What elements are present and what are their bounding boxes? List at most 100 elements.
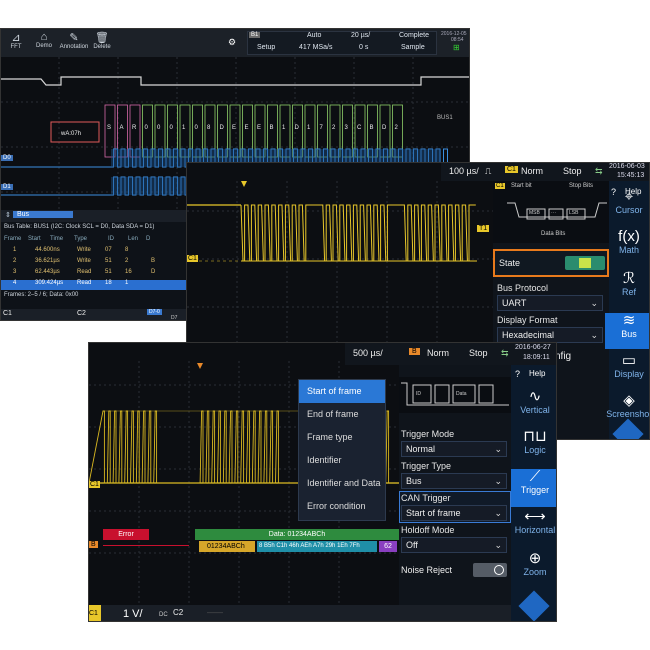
nav-label: Display [614,369,644,379]
d0-label[interactable]: D0 [1,155,13,161]
table-cell: 51 [105,258,112,264]
nav-bus[interactable]: ≋ Bus [605,313,649,349]
error-badge: Error [103,529,149,540]
trigger-type-select[interactable]: Bus ⌄ [401,473,507,489]
decode-cell-label: D [295,125,300,131]
acq-mode-text: Sample [401,44,425,51]
t1-marker[interactable]: T1 [477,225,490,232]
nav-trigger[interactable]: ⟋ Trigger [511,469,556,507]
gear-icon[interactable]: ⚙ [227,37,237,48]
state-row[interactable]: State [493,249,609,277]
display-format-select[interactable]: Hexadecimal ⌄ [497,327,603,343]
timebase-text[interactable]: 500 µs/ [353,348,383,358]
bus-tag: B1 [249,32,261,38]
nav-vertical[interactable]: ∿ Vertical [511,389,556,416]
bus-tab-bar: ⇕ Bus [1,210,187,222]
c2-chip[interactable]: C2 [77,310,86,317]
menu-item[interactable]: Identifier [299,449,385,472]
decode-cell-label: D [220,125,225,131]
nav-logic[interactable]: ⊓⊔ Logic [511,429,556,456]
toolbar: ⊿ FFT ⌂ Demo ✎ Annotation 🗑 Delete ⚙ B1 Auto… [1,29,469,57]
run-stop-text[interactable]: Stop [563,166,582,176]
delete-button[interactable]: 🗑 Delete [89,31,115,50]
table-cell: 07 [105,247,112,253]
nav-label: Zoom [523,567,547,577]
decode-cell-label: 2 [395,125,399,131]
trigger-type-label: Trigger Type [401,461,452,471]
nav-display[interactable]: ▭ Display [605,352,649,380]
noise-reject-toggle[interactable] [473,563,507,577]
nav-screenshot[interactable]: ◈ Screenshot [605,393,649,420]
math-icon: f(x) [618,228,640,245]
nav-label: Trigger [520,485,550,495]
timebase-text[interactable]: 20 µs/ [351,32,370,39]
coupling-label: DC [159,612,168,618]
menu-item[interactable]: End of frame [299,403,385,426]
table-row[interactable]: 4 309.424µs Read 18 1 [1,280,187,290]
display-icon: ▭ [621,352,637,369]
table-header-cell: Time [50,236,64,242]
config-button-label[interactable]: nfig [555,351,571,362]
menu-item[interactable]: Identifier and Data [299,472,385,495]
timebase-text[interactable]: 100 µs/ [449,166,479,176]
table-row[interactable]: 1 44.600ns Write 07 8 [1,247,187,257]
nav-cursor[interactable]: ⌖ Cursor [605,188,649,216]
can-trigger-label: CAN Trigger [401,493,451,503]
decode-cell-label: E [257,125,261,131]
status-bar-2: 100 µs/ ⎍ C1 Norm Stop ⇆ 2016-06-03 15:4… [441,163,649,181]
holdoff-mode-select[interactable]: Off ⌄ [401,537,507,553]
menu-item[interactable]: Error condition [299,495,385,518]
setup-text[interactable]: Setup [257,44,275,51]
bus-tab[interactable]: Bus [13,211,73,218]
table-cell: 8 [125,247,129,253]
d7-chip[interactable]: D7-0 [147,309,162,315]
d1-label[interactable]: D1 [1,184,13,190]
run-stop-text[interactable]: Stop [469,348,488,358]
trigger-mode-text[interactable]: Norm [521,166,543,176]
decode-cell-label: 7 [320,125,324,131]
bus-table-header: Frame Start Time Type ID Len D [4,236,188,245]
c1-marker[interactable]: C1 [89,481,100,488]
trigger-channel-chip[interactable]: B [409,348,420,355]
table-cell: 36.621µs [35,258,60,264]
cursor-icon: ⌖ [624,188,634,205]
demo-button[interactable]: ⌂ Demo [31,31,57,49]
volts-per-div[interactable]: 1 V/ [123,608,143,620]
trigger-channel-chip[interactable]: C1 [505,166,518,173]
table-row[interactable]: 3 62.443µs Read 51 16 D [1,269,187,279]
table-row[interactable]: 2 36.621µs Write 51 2 B [1,258,187,268]
decode-cell-label: 1 [307,125,311,131]
id-segment: 01234ABCh [199,541,255,552]
state-toggle[interactable] [565,256,605,270]
trigger-mode-text[interactable]: Norm [427,348,449,358]
can-trigger-select[interactable]: Start of frame ⌄ [401,505,507,521]
nav-horizontal[interactable]: ⟷ Horizontal [511,509,556,536]
c2-chip[interactable]: C2 [173,608,183,617]
bus-protocol-select[interactable]: UART ⌄ [497,295,603,311]
expand-icon[interactable]: ⇕ [5,211,11,219]
trigger-mode-text[interactable]: Auto [307,32,321,39]
annotation-button[interactable]: ✎ Annotation [59,31,89,50]
help-button[interactable]: Help [529,369,545,378]
noise-reject-label: Noise Reject [401,565,453,575]
frames-footer: Frames: 2–5 / 6; Data: 0x00 [4,292,79,298]
c1-chip[interactable]: C1 [89,605,101,621]
table-header-cell: Start [28,236,41,242]
nav-ref[interactable]: ℛ Ref [605,271,649,298]
menu-item[interactable]: Frame type [299,426,385,449]
c1-marker[interactable]: C1 [187,255,198,262]
nav-zoom[interactable]: ⊕ Zoom [511,551,556,578]
decode-cell-label: D [382,125,387,131]
menu-item[interactable]: Start of frame [299,380,385,403]
table-cell: 1 [13,247,17,253]
help-icon[interactable]: ? [515,369,520,379]
nav-math[interactable]: f(x) Math [605,228,649,256]
c1-chip[interactable]: C1 [3,310,12,317]
diagram-channel-chip: C1 [495,183,505,189]
right-nav-3: ? Help ∿ Vertical ⊓⊔ Logic ⟋ Trigger ⟷ Horizont… [511,365,556,621]
decode-cell-label: 0 [195,125,199,131]
b-marker[interactable]: B [89,541,98,548]
trigger-mode-select[interactable]: Normal ⌄ [401,441,507,457]
data-frame-header: Data: 01234ABCh [195,529,399,540]
fft-button[interactable]: ⊿ FFT [3,31,29,50]
